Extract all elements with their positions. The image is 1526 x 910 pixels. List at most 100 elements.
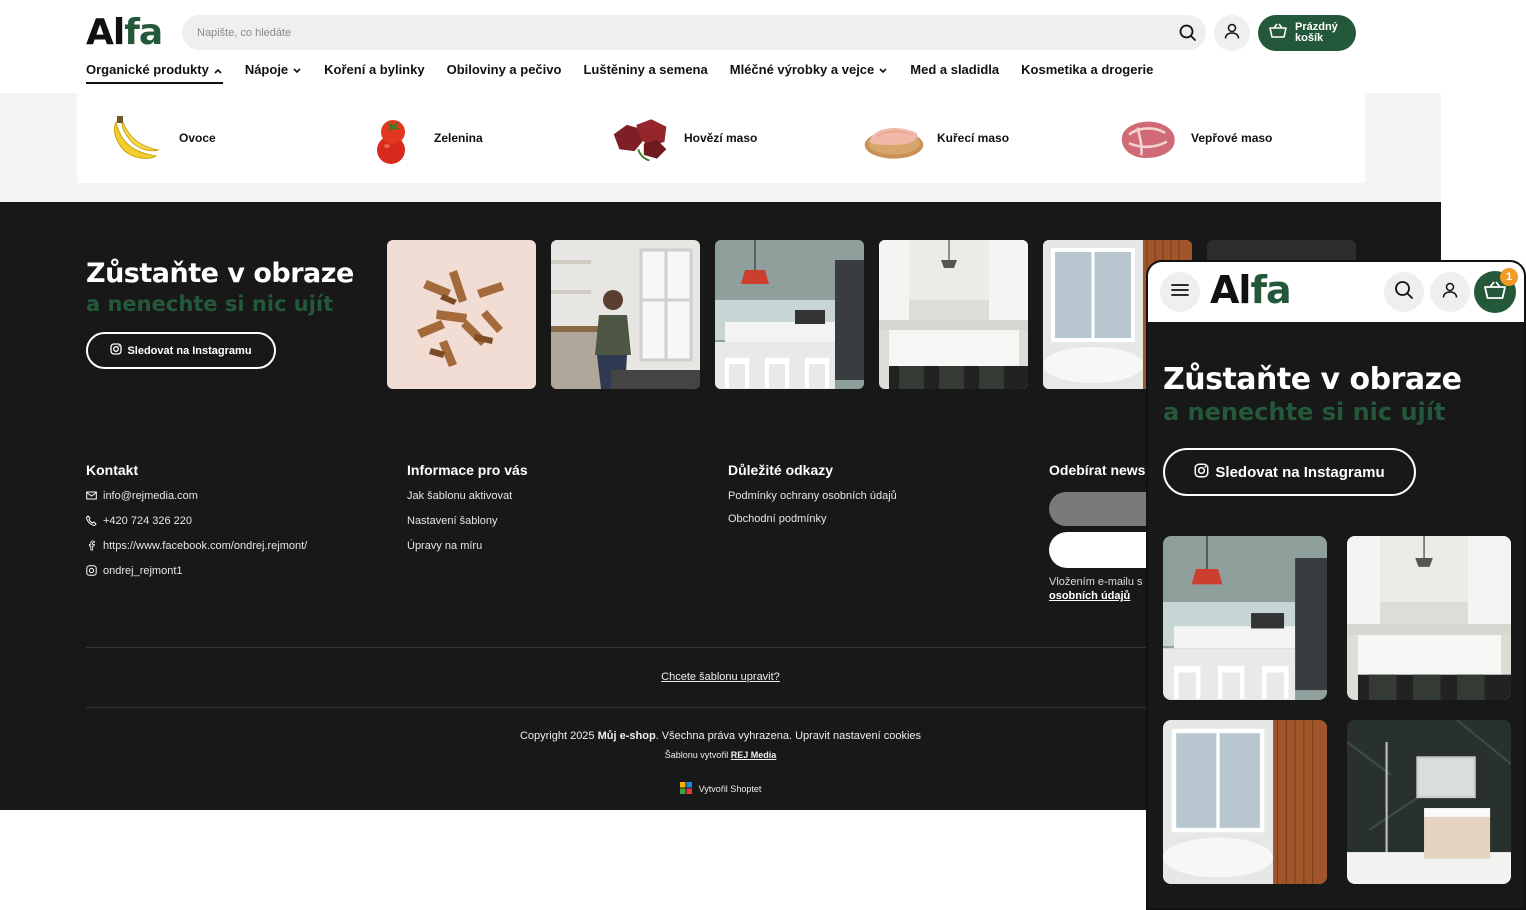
mobile-photo-dark-bathroom[interactable]: [1347, 720, 1511, 884]
banana-image: [105, 107, 167, 169]
category-label: Vepřové maso: [1191, 131, 1273, 145]
contact-instagram-text: ondrej_rejmont1: [103, 565, 183, 577]
instagram-photo-wood-chips[interactable]: [387, 240, 536, 389]
mobile-view: Alfa 1 Zůstaňte v obraze a nenechte si n…: [1146, 260, 1526, 910]
footer-contact-heading: Kontakt: [86, 462, 139, 478]
contact-phone-text: +420 724 326 220: [103, 515, 193, 527]
copyright-text: Copyright 2025: [519, 730, 595, 742]
logo-accent: fa: [1250, 268, 1291, 312]
footer-important-heading: Důležité odkazy: [728, 462, 834, 478]
beef-image: [610, 107, 672, 169]
search-icon: [1394, 280, 1414, 305]
footer-link-obchodni[interactable]: Obchodní podmínky: [728, 513, 897, 538]
account-button[interactable]: [1214, 15, 1250, 51]
mobile-photo-kitchen-white[interactable]: [1347, 536, 1511, 700]
phone-icon: [85, 515, 103, 529]
nav-item-organicke-produkty[interactable]: Organické produkty: [86, 62, 223, 84]
mobile-photo-bathroom[interactable]: [1163, 720, 1327, 884]
category-kureci-maso[interactable]: Kuřecí maso: [863, 93, 1009, 183]
search-input[interactable]: [182, 15, 1206, 50]
mobile-instagram-subtitle: a nenechte si nic ujít: [1163, 398, 1446, 426]
mobile-search-button[interactable]: [1384, 272, 1424, 312]
instagram-subtitle: a nenechte si nic ujít: [86, 292, 334, 316]
category-label: Zelenina: [434, 131, 483, 145]
menu-button[interactable]: [1160, 272, 1200, 312]
search-icon[interactable]: [1178, 23, 1198, 43]
pork-image: [1117, 107, 1179, 169]
site-logo[interactable]: Alfa: [86, 12, 163, 53]
mobile-follow-instagram-button[interactable]: Sledovat na Instagramu: [1163, 448, 1416, 496]
category-label: Ovoce: [179, 131, 216, 145]
nav-item-obiloviny[interactable]: Obiloviny a pečivo: [447, 62, 562, 84]
nav-item-kosmetika[interactable]: Kosmetika a drogerie: [1021, 62, 1153, 84]
footer-link-upravy[interactable]: Úpravy na míru: [407, 540, 528, 565]
nav-item-med[interactable]: Med a sladidla: [910, 62, 999, 84]
cart-count-badge: 1: [1500, 268, 1518, 286]
copyright-rights[interactable]: . Všechna práva vyhrazena. Upravit nasta…: [656, 730, 921, 742]
category-veprove-maso[interactable]: Vepřové maso: [1117, 93, 1272, 183]
mobile-photo-kitchen-teal[interactable]: [1163, 536, 1327, 700]
hamburger-icon: [1171, 283, 1189, 302]
nav-label: Mléčné výrobky a vejce: [729, 62, 875, 77]
instagram-icon: [1194, 463, 1215, 482]
nav-item-lusteniny[interactable]: Luštěniny a semena: [583, 62, 707, 84]
footer-newsletter-heading: Odebírat newsle: [1049, 462, 1158, 478]
chevron-down-icon: [292, 64, 302, 74]
category-label: Kuřecí maso: [937, 131, 1010, 145]
follow-instagram-button[interactable]: Sledovat na Instagramu: [86, 332, 276, 369]
mobile-follow-instagram-label: Sledovat na Instagramu: [1215, 463, 1385, 481]
envelope-icon: [86, 490, 103, 504]
footer-info: Informace pro vás Jak šablonu aktivovat …: [407, 462, 528, 565]
logo-accent: fa: [124, 12, 163, 53]
instagram-title: Zůstaňte v obraze: [86, 258, 354, 289]
category-hovezi-maso[interactable]: Hovězí maso: [610, 93, 757, 183]
nav-label: Kosmetika a drogerie: [1021, 62, 1154, 77]
instagram-photo-kitchen-white[interactable]: [879, 240, 1028, 389]
nav-item-koreni[interactable]: Koření a bylinky: [324, 62, 424, 84]
footer-info-heading: Informace pro vás: [407, 462, 528, 478]
newsletter-note-text: Vložením e-mailu s: [1049, 576, 1143, 588]
footer-link-gdpr[interactable]: Podmínky ochrany osobních údajů: [728, 490, 897, 513]
author-link[interactable]: REJ Media: [731, 750, 777, 760]
contact-instagram[interactable]: ondrej_rejmont1: [86, 565, 307, 590]
user-icon: [1223, 22, 1241, 45]
author-text: Šablonu vytvořil: [664, 750, 729, 760]
main-nav: Organické produkty Nápoje Koření a bylin…: [86, 62, 1175, 86]
footer-newsletter: Odebírat newsle: [1049, 462, 1157, 490]
mobile-header: Alfa 1: [1148, 262, 1524, 322]
instagram-photo-kitchen-woman[interactable]: [551, 240, 700, 389]
edit-template-link[interactable]: Chcete šablonu upravit?: [661, 671, 780, 683]
newsletter-privacy-link[interactable]: osobních údajů: [1049, 590, 1130, 602]
category-label: Hovězí maso: [684, 131, 758, 145]
mobile-instagram-title: Zůstaňte v obraze: [1163, 362, 1462, 397]
shoptet-icon: [679, 782, 692, 796]
nav-label: Nápoje: [244, 62, 289, 77]
mobile-logo[interactable]: Alfa: [1210, 268, 1292, 312]
nav-item-napoje[interactable]: Nápoje: [245, 62, 302, 84]
contact-facebook[interactable]: https://www.facebook.com/ondrej.rejmont/: [86, 540, 307, 565]
contact-phone[interactable]: +420 724 326 220: [85, 515, 307, 540]
nav-label: Organické produkty: [86, 62, 209, 77]
contact-email[interactable]: info@rejmedia.com: [86, 490, 307, 515]
mobile-account-button[interactable]: [1430, 272, 1470, 312]
nav-label: Med a sladidla: [910, 62, 1000, 77]
shoptet-text: Vytvořil Shoptet: [698, 784, 762, 794]
chevron-up-icon: [213, 64, 223, 74]
copyright-shop-name: Můj e-shop: [597, 730, 656, 742]
newsletter-note: Vložením e-mailu s osobních údajů: [1049, 575, 1143, 603]
user-icon: [1441, 281, 1459, 304]
category-dropdown: Ovoce Zelenina Hovězí maso Kuřecí maso V…: [77, 93, 1365, 183]
logo-text: Al: [86, 12, 125, 53]
nav-label: Obiloviny a pečivo: [446, 62, 562, 77]
instagram-icon: [86, 565, 103, 579]
cart-button[interactable]: Prázdný košík: [1258, 15, 1356, 51]
footer-link-aktivovat[interactable]: Jak šablonu aktivovat: [407, 490, 528, 515]
basket-icon: [1269, 23, 1287, 44]
instagram-photo-kitchen-teal[interactable]: [715, 240, 864, 389]
logo-text: Al: [1210, 268, 1251, 312]
nav-item-mlecne[interactable]: Mléčné výrobky a vejce: [730, 62, 889, 84]
category-zelenina[interactable]: Zelenina: [360, 93, 483, 183]
footer-link-nastaveni[interactable]: Nastavení šablony: [407, 515, 528, 540]
category-ovoce[interactable]: Ovoce: [105, 93, 216, 183]
footer-important: Důležité odkazy Podmínky ochrany osobníc…: [728, 462, 897, 538]
